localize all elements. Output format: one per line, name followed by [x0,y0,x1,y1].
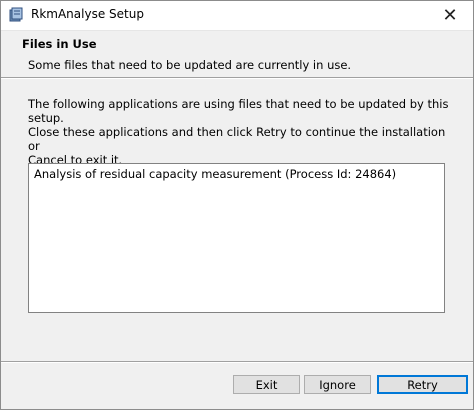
page-subtitle: Some files that need to be updated are c… [28,58,352,72]
installer-package-icon [8,7,24,23]
window-title: RkmAnalyse Setup [31,7,144,21]
applications-listbox[interactable]: Analysis of residual capacity measuremen… [28,163,445,313]
instructions-line: Close these applications and then click … [28,125,446,153]
list-item[interactable]: Analysis of residual capacity measuremen… [34,167,396,181]
close-button[interactable]: ✕ [427,1,473,30]
close-icon: ✕ [442,5,458,26]
instructions-text: The following applications are using fil… [28,97,458,167]
title-bar[interactable]: RkmAnalyse Setup ✕ [1,1,473,31]
instructions-line: The following applications are using fil… [28,97,449,125]
retry-button[interactable]: Retry [377,375,468,394]
exit-button[interactable]: Exit [233,375,300,394]
header-divider [1,77,473,79]
page-title: Files in Use [22,37,97,51]
footer-divider [1,361,473,363]
ignore-button[interactable]: Ignore [304,375,371,394]
setup-dialog-window: RkmAnalyse Setup ✕ Files in Use Some fil… [0,0,474,410]
